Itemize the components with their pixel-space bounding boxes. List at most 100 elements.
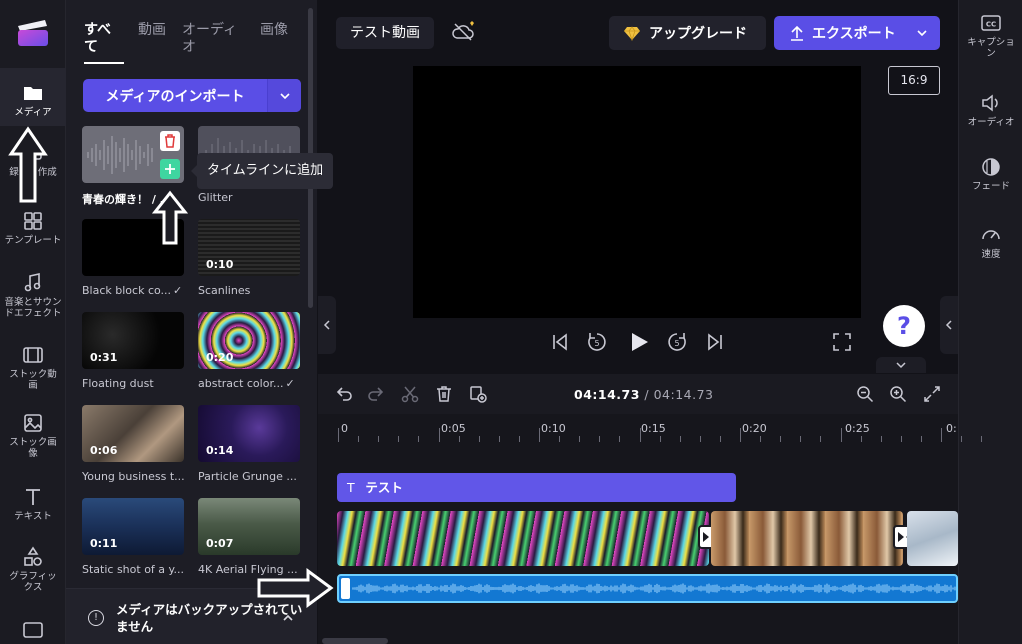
audio-trim-handle[interactable]	[341, 578, 350, 599]
rewind-5s-icon[interactable]: 5	[586, 331, 608, 353]
project-title[interactable]: テスト動画	[336, 17, 434, 49]
rail-item-label: ストック動画	[9, 369, 57, 391]
text-clip[interactable]: T テスト	[337, 473, 736, 502]
tab-video[interactable]: 動画	[138, 22, 168, 39]
media-thumbnail[interactable]: 0:07	[198, 498, 300, 555]
play-icon[interactable]	[627, 330, 651, 354]
video-clip[interactable]	[711, 511, 903, 566]
trash-icon[interactable]	[434, 384, 454, 404]
media-thumbnail[interactable]: 0:06	[82, 405, 184, 462]
collapse-preview-button[interactable]	[876, 357, 926, 373]
media-tabs: すべて 動画 オーディオ 画像	[84, 22, 304, 64]
timeline-ruler[interactable]: 0 0:05 0:10 0:15 0:20 0:25 0:	[318, 414, 983, 442]
video-preview[interactable]	[413, 66, 861, 318]
fit-timeline-icon[interactable]	[922, 384, 942, 404]
collapse-left-panel-button[interactable]	[318, 296, 336, 354]
media-thumbnail[interactable]: 0:31	[82, 312, 184, 369]
rp-item-captions[interactable]: CC キャプション	[959, 12, 1022, 59]
delete-button[interactable]	[160, 131, 180, 151]
shapes-icon	[24, 546, 42, 566]
media-card-title: Black block co... ✓	[82, 284, 183, 297]
media-card[interactable]: 0:14 Particle Grunge ...	[198, 405, 300, 483]
tab-image[interactable]: 画像	[260, 22, 290, 39]
collapse-right-panel-button[interactable]	[940, 296, 958, 354]
captions-icon: CC	[981, 15, 1001, 31]
tab-underline	[84, 62, 124, 64]
video-clip[interactable]	[907, 511, 958, 566]
scissors-icon[interactable]	[400, 384, 420, 404]
ruler-tick	[498, 436, 500, 442]
help-button[interactable]: ?	[883, 305, 925, 347]
media-card[interactable]: 0:06 Young business t...	[82, 405, 185, 483]
rewind-seconds-label: 5	[594, 339, 599, 348]
rail-item-text[interactable]: テキスト	[0, 486, 66, 522]
ruler-tick	[961, 436, 963, 442]
import-media-button[interactable]: メディアのインポート	[83, 79, 301, 112]
export-button[interactable]: エクスポート	[774, 16, 940, 50]
rp-item-fade[interactable]: フェード	[959, 156, 1022, 192]
ruler-tick	[780, 436, 782, 442]
zoom-out-icon[interactable]	[855, 384, 875, 404]
fullscreen-icon[interactable]	[831, 331, 853, 353]
rail-item-stock-video[interactable]: ストック動画	[0, 344, 66, 391]
media-card[interactable]: 0:20 abstract color... ✓	[198, 312, 300, 390]
media-thumbnail[interactable]: 0:20	[198, 312, 300, 369]
timeline[interactable]: 0 0:05 0:10 0:15 0:20 0:25 0: T テスト	[318, 414, 983, 644]
duplicate-icon[interactable]	[468, 384, 488, 404]
media-card[interactable]: 0:31 Floating dust	[82, 312, 184, 390]
app-logo-icon[interactable]	[15, 16, 51, 48]
redo-icon[interactable]	[366, 384, 386, 404]
tab-all[interactable]: すべて	[84, 22, 114, 56]
rail-item-music[interactable]: 音楽とサウンドエフェクト	[0, 272, 66, 319]
rail-item-graphics[interactable]: グラフィックス	[0, 546, 66, 593]
video-clip[interactable]	[337, 511, 709, 566]
ruler-tick	[699, 436, 701, 442]
media-card-title: Young business t...	[82, 470, 185, 483]
current-time: 04:14.73	[574, 387, 640, 402]
text-clip-icon: T	[347, 480, 355, 495]
media-card[interactable]: 0:07 4K Aerial Flying ...	[198, 498, 300, 576]
rp-item-label: キャプション	[967, 37, 1015, 59]
media-card[interactable]: 0:10 Scanlines	[198, 219, 300, 297]
ruler-label: 0	[341, 422, 348, 435]
ruler-tick	[599, 436, 601, 442]
tab-audio[interactable]: オーディオ	[182, 22, 242, 56]
rp-item-speed[interactable]: 速度	[959, 224, 1022, 260]
cloud-off-icon[interactable]	[450, 20, 476, 44]
rail-item-templates[interactable]: テンプレート	[0, 210, 66, 246]
skip-to-end-icon[interactable]	[704, 331, 726, 353]
ruler-tick	[981, 436, 983, 442]
media-card[interactable]: 0:11 Static shot of a y...	[82, 498, 184, 576]
brand-kit-icon[interactable]	[22, 620, 44, 640]
ruler-tick	[398, 436, 400, 442]
undo-icon[interactable]	[334, 384, 354, 404]
upgrade-button[interactable]: アップグレード	[609, 16, 766, 50]
rp-item-audio[interactable]: オーディオ	[959, 92, 1022, 128]
zoom-in-icon[interactable]	[888, 384, 908, 404]
duration-label: 0:14	[206, 444, 234, 457]
music-note-icon	[24, 273, 41, 292]
chevron-down-icon[interactable]	[916, 27, 928, 39]
forward-5s-icon[interactable]: 5	[666, 331, 688, 353]
chevron-up-icon[interactable]	[281, 611, 295, 625]
ruler-tick	[458, 436, 460, 442]
ruler-tick	[619, 436, 621, 442]
timeline-toolbar: 04:14.73 / 04:14.73	[318, 374, 958, 414]
skip-to-start-icon[interactable]	[549, 331, 571, 353]
media-thumbnail[interactable]	[82, 126, 184, 183]
upload-arrow-icon	[791, 25, 803, 41]
rail-item-media[interactable]: メディア	[0, 68, 66, 126]
audio-clip[interactable]	[337, 574, 958, 603]
duration-label: 0:20	[206, 351, 234, 364]
media-thumbnail[interactable]: 0:11	[82, 498, 184, 555]
rail-item-label: テンプレート	[4, 235, 62, 246]
media-thumbnail[interactable]: 0:14	[198, 405, 300, 462]
media-thumbnail[interactable]: 0:10	[198, 219, 300, 276]
timeline-scrollbar[interactable]	[322, 638, 388, 644]
annotation-arrow-up-icon	[8, 126, 48, 203]
add-to-timeline-button[interactable]	[160, 159, 180, 179]
duration-label: 0:10	[206, 258, 234, 271]
rail-item-stock-image[interactable]: ストック画像	[0, 412, 66, 459]
aspect-ratio-button[interactable]: 16:9	[888, 66, 940, 95]
import-dropdown-button[interactable]	[267, 79, 301, 112]
